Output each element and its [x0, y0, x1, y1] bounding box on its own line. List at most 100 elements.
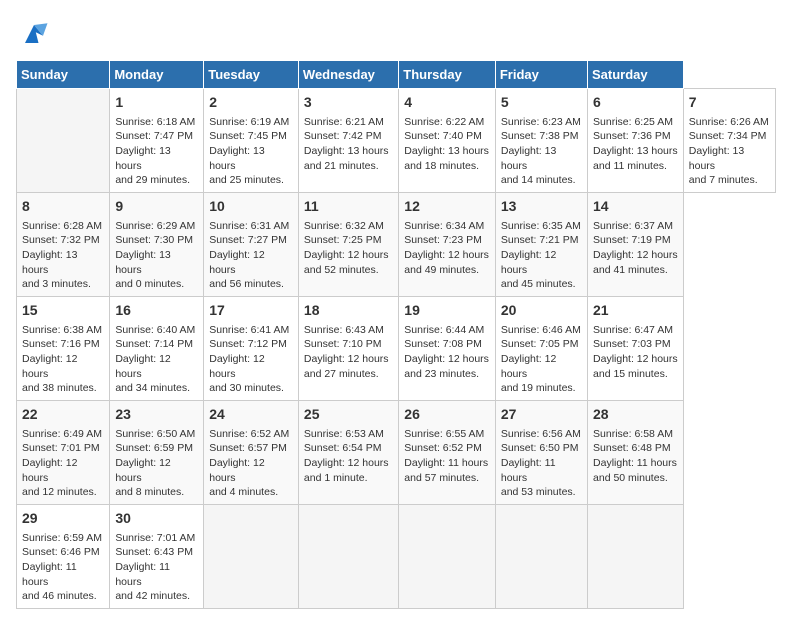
page-header: [16, 16, 776, 52]
week-row-5: 29Sunrise: 6:59 AMSunset: 6:46 PMDayligh…: [17, 505, 776, 609]
daylight-hours: Daylight: 12 hours: [304, 353, 389, 365]
day-number: 12: [404, 197, 490, 217]
sunset: Sunset: 7:05 PM: [501, 338, 579, 350]
sunset: Sunset: 6:43 PM: [115, 546, 193, 558]
calendar-cell: 20Sunrise: 6:46 AMSunset: 7:05 PMDayligh…: [495, 297, 587, 401]
sunrise: Sunrise: 6:26 AM: [689, 116, 769, 128]
sunset: Sunset: 6:46 PM: [22, 546, 100, 558]
sunrise: Sunrise: 6:50 AM: [115, 428, 195, 440]
calendar-cell: 28Sunrise: 6:58 AMSunset: 6:48 PMDayligh…: [588, 401, 684, 505]
sunrise: Sunrise: 6:34 AM: [404, 220, 484, 232]
calendar-body: 1Sunrise: 6:18 AMSunset: 7:47 PMDaylight…: [17, 89, 776, 609]
sunset: Sunset: 6:54 PM: [304, 442, 382, 454]
daylight-minutes: and 34 minutes.: [115, 382, 190, 394]
daylight-hours: Daylight: 12 hours: [593, 249, 678, 261]
daylight-minutes: and 38 minutes.: [22, 382, 97, 394]
calendar-cell: 30Sunrise: 7:01 AMSunset: 6:43 PMDayligh…: [110, 505, 204, 609]
calendar-cell: [17, 89, 110, 193]
sunrise: Sunrise: 6:52 AM: [209, 428, 289, 440]
daylight-minutes: and 7 minutes.: [689, 174, 758, 186]
day-number: 22: [22, 405, 104, 425]
calendar-cell: 2Sunrise: 6:19 AMSunset: 7:45 PMDaylight…: [204, 89, 299, 193]
day-number: 3: [304, 93, 393, 113]
daylight-minutes: and 4 minutes.: [209, 486, 278, 498]
sunrise: Sunrise: 6:31 AM: [209, 220, 289, 232]
calendar-cell: 9Sunrise: 6:29 AMSunset: 7:30 PMDaylight…: [110, 193, 204, 297]
sunrise: Sunrise: 6:21 AM: [304, 116, 384, 128]
day-number: 16: [115, 301, 198, 321]
sunset: Sunset: 6:50 PM: [501, 442, 579, 454]
week-row-2: 8Sunrise: 6:28 AMSunset: 7:32 PMDaylight…: [17, 193, 776, 297]
daylight-minutes: and 3 minutes.: [22, 278, 91, 290]
day-header-friday: Friday: [495, 61, 587, 89]
daylight-minutes: and 15 minutes.: [593, 368, 668, 380]
sunset: Sunset: 7:19 PM: [593, 234, 671, 246]
daylight-minutes: and 1 minute.: [304, 472, 368, 484]
day-number: 13: [501, 197, 582, 217]
day-number: 19: [404, 301, 490, 321]
daylight-minutes: and 21 minutes.: [304, 160, 379, 172]
calendar-cell: [298, 505, 398, 609]
day-header-tuesday: Tuesday: [204, 61, 299, 89]
daylight-minutes: and 11 minutes.: [593, 160, 667, 172]
sunrise: Sunrise: 6:49 AM: [22, 428, 102, 440]
daylight-minutes: and 57 minutes.: [404, 472, 479, 484]
day-number: 21: [593, 301, 678, 321]
calendar-cell: 6Sunrise: 6:25 AMSunset: 7:36 PMDaylight…: [588, 89, 684, 193]
calendar-cell: 22Sunrise: 6:49 AMSunset: 7:01 PMDayligh…: [17, 401, 110, 505]
calendar-cell: 1Sunrise: 6:18 AMSunset: 7:47 PMDaylight…: [110, 89, 204, 193]
daylight-minutes: and 29 minutes.: [115, 174, 190, 186]
calendar-cell: 4Sunrise: 6:22 AMSunset: 7:40 PMDaylight…: [399, 89, 496, 193]
daylight-hours: Daylight: 13 hours: [593, 145, 678, 157]
daylight-minutes: and 0 minutes.: [115, 278, 184, 290]
calendar-cell: 12Sunrise: 6:34 AMSunset: 7:23 PMDayligh…: [399, 193, 496, 297]
logo: [16, 16, 56, 52]
calendar-cell: 17Sunrise: 6:41 AMSunset: 7:12 PMDayligh…: [204, 297, 299, 401]
week-row-4: 22 Sunrise: 6:49 AM Sunset: 7:01 PM Dayligh…: [17, 401, 776, 505]
sunrise: Sunrise: 6:25 AM: [593, 116, 673, 128]
day-header-monday: Monday: [110, 61, 204, 89]
calendar-cell: 19Sunrise: 6:44 AMSunset: 7:08 PMDayligh…: [399, 297, 496, 401]
week-row-3: 15Sunrise: 6:38 AMSunset: 7:16 PMDayligh…: [17, 297, 776, 401]
daylight-minutes: and 27 minutes.: [304, 368, 379, 380]
daylight-minutes: and 18 minutes.: [404, 160, 479, 172]
daylight-hours: Daylight: 13 hours: [501, 145, 556, 172]
header-row: SundayMondayTuesdayWednesdayThursdayFrid…: [17, 61, 776, 89]
daylight-hours: Daylight: 11 hours: [115, 561, 170, 588]
calendar-cell: 5Sunrise: 6:23 AMSunset: 7:38 PMDaylight…: [495, 89, 587, 193]
calendar-cell: 23Sunrise: 6:50 AMSunset: 6:59 PMDayligh…: [110, 401, 204, 505]
daylight-hours: Daylight: 12 hours: [593, 353, 678, 365]
sunset: Sunset: 7:08 PM: [404, 338, 482, 350]
day-number: 17: [209, 301, 293, 321]
sunset: Sunset: 7:14 PM: [115, 338, 193, 350]
sunset: Sunset: 7:10 PM: [304, 338, 382, 350]
daylight-minutes: and 30 minutes.: [209, 382, 284, 394]
sunset: Sunset: 7:25 PM: [304, 234, 382, 246]
day-number: 20: [501, 301, 582, 321]
sunset: Sunset: 7:16 PM: [22, 338, 100, 350]
daylight-minutes: and 42 minutes.: [115, 590, 190, 602]
sunset: Sunset: 7:01 PM: [22, 442, 100, 454]
daylight-hours: Daylight: 11 hours: [404, 457, 488, 469]
sunset: Sunset: 7:23 PM: [404, 234, 482, 246]
calendar-cell: [495, 505, 587, 609]
sunrise: Sunrise: 6:53 AM: [304, 428, 384, 440]
sunset: Sunset: 7:12 PM: [209, 338, 287, 350]
sunset: Sunset: 7:42 PM: [304, 130, 382, 142]
sunset: Sunset: 7:45 PM: [209, 130, 287, 142]
day-number: 6: [593, 93, 678, 113]
sunrise: Sunrise: 6:59 AM: [22, 532, 102, 544]
sunrise: Sunrise: 6:58 AM: [593, 428, 673, 440]
sunset: Sunset: 7:40 PM: [404, 130, 482, 142]
sunrise: Sunrise: 7:01 AM: [115, 532, 195, 544]
daylight-hours: Daylight: 12 hours: [209, 457, 264, 484]
calendar-cell: 16Sunrise: 6:40 AMSunset: 7:14 PMDayligh…: [110, 297, 204, 401]
sunset: Sunset: 7:21 PM: [501, 234, 579, 246]
day-number: 9: [115, 197, 198, 217]
day-number: 25: [304, 405, 393, 425]
calendar-cell: [204, 505, 299, 609]
sunrise: Sunrise: 6:44 AM: [404, 324, 484, 336]
daylight-hours: Daylight: 13 hours: [22, 249, 77, 276]
calendar-cell: 25Sunrise: 6:53 AMSunset: 6:54 PMDayligh…: [298, 401, 398, 505]
sunrise: Sunrise: 6:35 AM: [501, 220, 581, 232]
